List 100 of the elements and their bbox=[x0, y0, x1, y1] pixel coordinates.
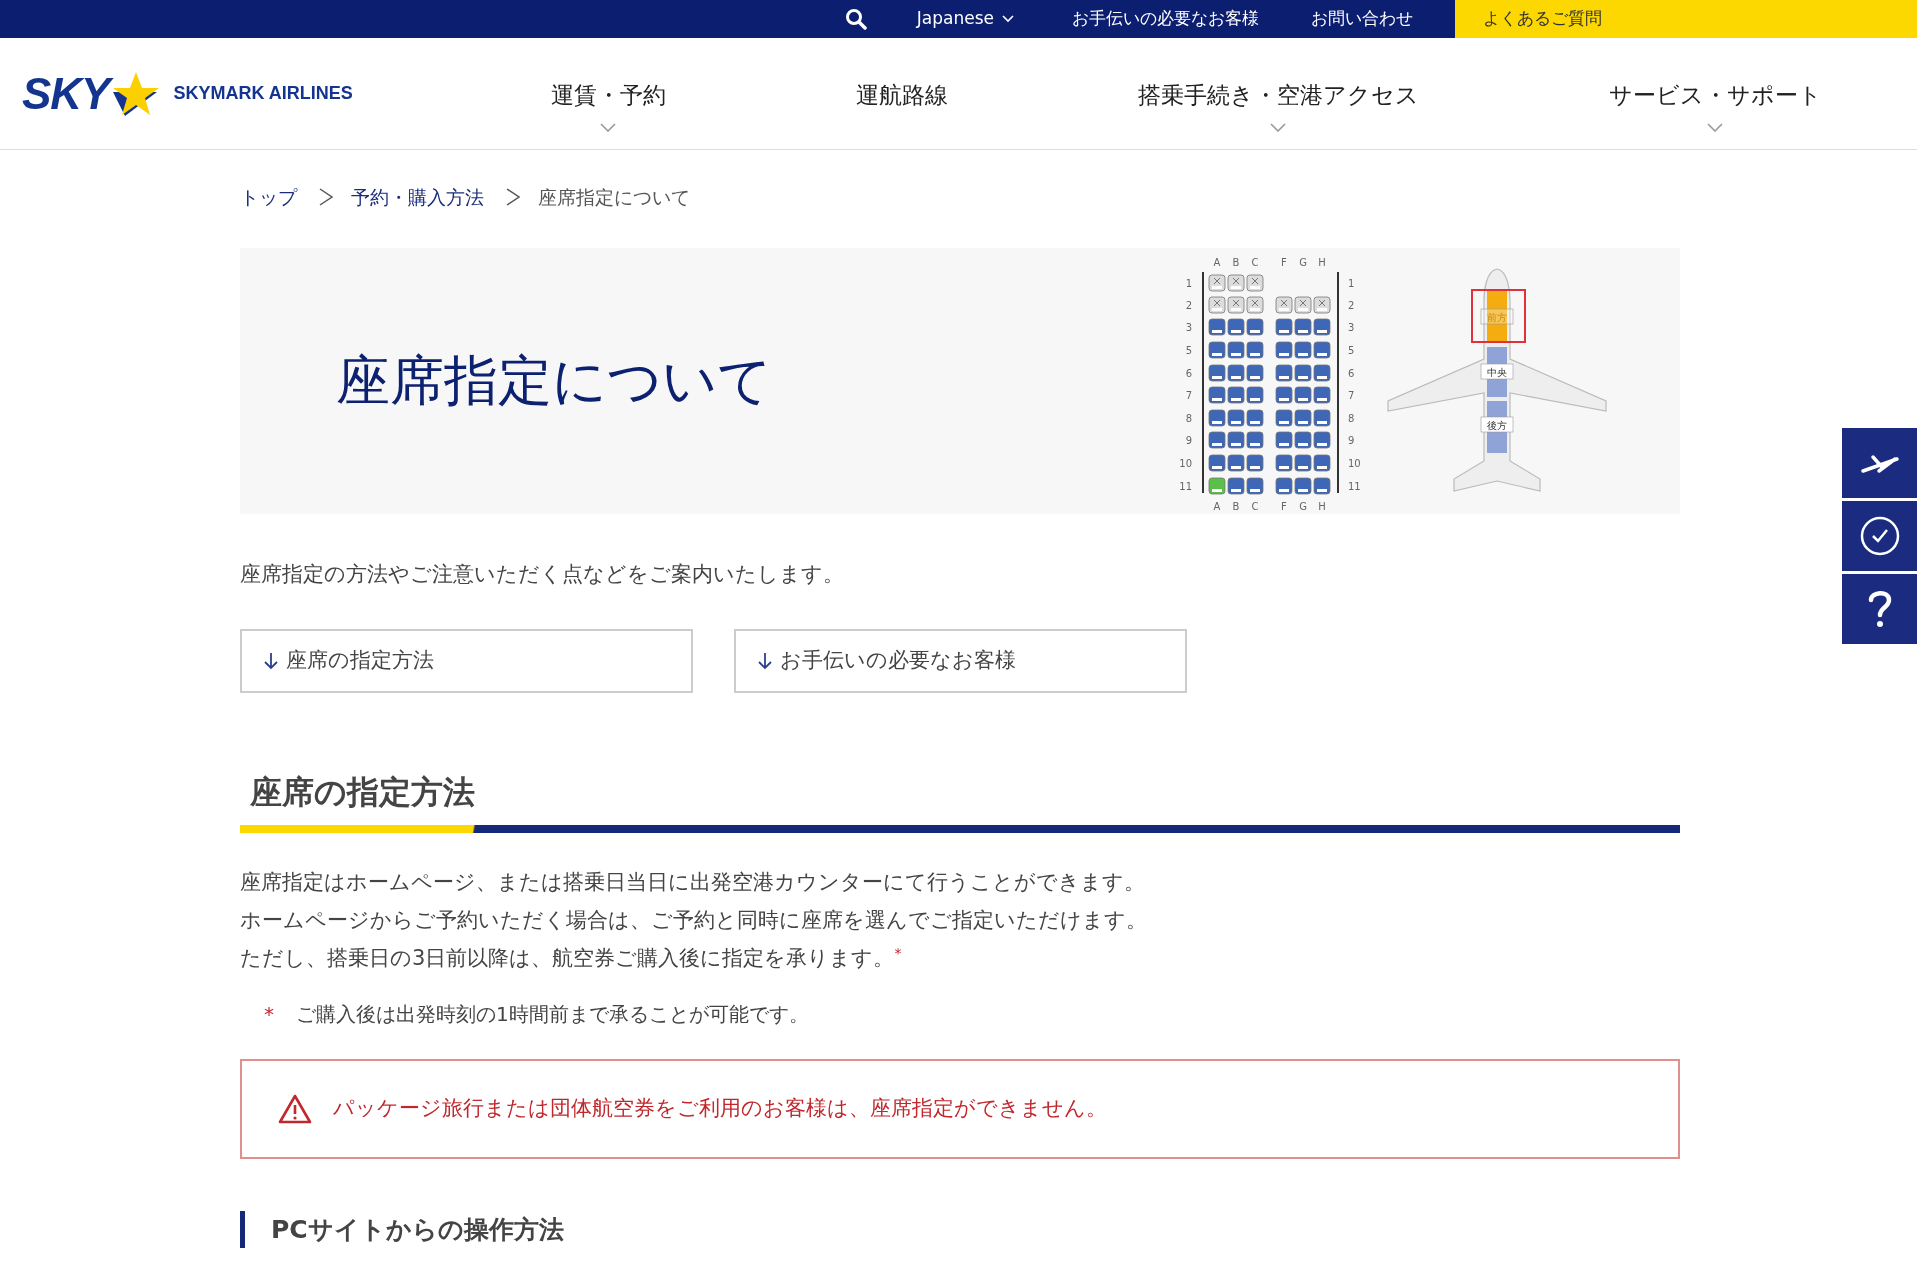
column-letter: A bbox=[1213, 256, 1221, 268]
seat-icon[interactable] bbox=[1275, 431, 1293, 448]
zone-label: 中央 bbox=[1480, 363, 1514, 379]
row-number: 10 bbox=[1179, 457, 1192, 469]
column-letter: C bbox=[1251, 500, 1259, 512]
column-letter: H bbox=[1318, 256, 1326, 268]
subsection-heading: PCサイトからの操作方法 bbox=[240, 1210, 1680, 1249]
seat-icon[interactable] bbox=[1208, 296, 1226, 313]
seat-icon[interactable] bbox=[1294, 364, 1312, 381]
seat-icon[interactable] bbox=[1208, 318, 1226, 335]
nav-menu-item[interactable]: サービス・サポート bbox=[1608, 78, 1822, 132]
breadcrumb-link[interactable]: トップ bbox=[240, 182, 297, 212]
nav-menu-item[interactable]: 搭乗手続き・空港アクセス bbox=[1137, 78, 1419, 132]
seat-icon[interactable] bbox=[1294, 477, 1312, 494]
seat-icon[interactable] bbox=[1227, 477, 1245, 494]
search-icon[interactable] bbox=[844, 8, 867, 30]
row-number: 2 bbox=[1185, 299, 1192, 311]
seat-icon[interactable] bbox=[1246, 296, 1264, 313]
seat-icon[interactable] bbox=[1275, 409, 1293, 426]
seat-icon[interactable] bbox=[1275, 364, 1293, 381]
anchor-link-button[interactable]: 座席の指定方法 bbox=[240, 628, 693, 693]
seat-icon[interactable] bbox=[1313, 409, 1331, 426]
seat-icon[interactable] bbox=[1294, 454, 1312, 471]
seat-icon[interactable] bbox=[1246, 318, 1264, 335]
flight-button[interactable] bbox=[1842, 428, 1917, 498]
help-button[interactable] bbox=[1842, 574, 1917, 644]
footnote-marker: * bbox=[264, 1000, 274, 1028]
breadcrumb-separator-icon bbox=[319, 188, 333, 206]
nav-menu-item[interactable]: 運賃・予約 bbox=[550, 78, 666, 132]
seat-icon[interactable] bbox=[1227, 454, 1245, 471]
seat-icon[interactable] bbox=[1246, 409, 1264, 426]
row-number: 1 bbox=[1348, 277, 1355, 289]
seat-icon[interactable] bbox=[1313, 386, 1331, 403]
seat-icon[interactable] bbox=[1227, 386, 1245, 403]
seat-icon[interactable] bbox=[1294, 431, 1312, 448]
seat-icon[interactable] bbox=[1227, 274, 1245, 291]
seat-icon[interactable] bbox=[1208, 454, 1226, 471]
seat-icon[interactable] bbox=[1275, 477, 1293, 494]
breadcrumb-separator-icon bbox=[506, 188, 520, 206]
seat-icon[interactable] bbox=[1313, 364, 1331, 381]
seat-icon[interactable] bbox=[1275, 454, 1293, 471]
seat-icon[interactable] bbox=[1294, 409, 1312, 426]
seat-icon[interactable] bbox=[1227, 341, 1245, 358]
top-link[interactable]: お問い合わせ bbox=[1311, 6, 1413, 32]
selection-frame bbox=[1471, 288, 1526, 343]
seat-icon[interactable] bbox=[1313, 477, 1331, 494]
seat-icon[interactable] bbox=[1294, 296, 1312, 313]
seat-icon[interactable] bbox=[1294, 341, 1312, 358]
seat-icon[interactable] bbox=[1294, 318, 1312, 335]
body-text: 座席指定はホームページ、または搭乗日当日に出発空港カウンターにて行うことができます。 bbox=[240, 868, 1146, 896]
question-mark-icon bbox=[1866, 589, 1893, 629]
seat-icon[interactable] bbox=[1275, 386, 1293, 403]
chevron-down-icon bbox=[1707, 122, 1724, 132]
seat-icon[interactable] bbox=[1275, 318, 1293, 335]
seat-icon[interactable] bbox=[1208, 409, 1226, 426]
seat-icon[interactable] bbox=[1208, 274, 1226, 291]
cabin-zone[interactable] bbox=[1487, 290, 1507, 343]
seat-icon[interactable] bbox=[1208, 431, 1226, 448]
row-number: 3 bbox=[1185, 321, 1192, 333]
seat-icon[interactable] bbox=[1313, 431, 1331, 448]
seat-icon[interactable] bbox=[1246, 477, 1264, 494]
row-number: 5 bbox=[1348, 344, 1355, 356]
body-text: ただし、搭乗日の3日前以降は、航空券ご購入後に指定を承ります。$^{*}$ bbox=[240, 943, 903, 972]
seat-icon[interactable] bbox=[1246, 274, 1264, 291]
seat-icon[interactable] bbox=[1313, 454, 1331, 471]
seat-icon[interactable] bbox=[1227, 318, 1245, 335]
seat-icon[interactable] bbox=[1246, 431, 1264, 448]
seat-icon[interactable] bbox=[1227, 296, 1245, 313]
seat-icon[interactable] bbox=[1246, 341, 1264, 358]
faq-link[interactable]: よくあるご質問 bbox=[1455, 0, 1917, 38]
row-number: 10 bbox=[1348, 457, 1361, 469]
seat-icon[interactable] bbox=[1208, 341, 1226, 358]
logo-text[interactable]: SKYMARK AIRLINES bbox=[173, 80, 353, 107]
chevron-down-icon bbox=[1002, 15, 1014, 23]
body-text: ホームページからご予約いただく場合は、ご予約と同時に座席を選んでご指定いただけます。 bbox=[240, 906, 1148, 934]
seat-icon[interactable] bbox=[1208, 477, 1226, 494]
row-number: 3 bbox=[1348, 321, 1355, 333]
breadcrumb-link[interactable]: 予約・購入方法 bbox=[351, 182, 484, 212]
seat-icon[interactable] bbox=[1208, 364, 1226, 381]
seat-icon[interactable] bbox=[1208, 386, 1226, 403]
timetable-button[interactable] bbox=[1842, 501, 1917, 571]
top-link[interactable]: お手伝いの必要なお客様 bbox=[1072, 6, 1259, 32]
nav-menu-item[interactable]: 運航路線 bbox=[855, 78, 948, 132]
row-number: 7 bbox=[1348, 389, 1355, 401]
seat-icon[interactable] bbox=[1227, 431, 1245, 448]
anchor-link-button[interactable]: お手伝いの必要なお客様 bbox=[734, 628, 1187, 693]
warning-text: パッケージ旅行または団体航空券をご利用のお客様は、座席指定ができません。 bbox=[333, 1095, 1107, 1123]
seat-icon[interactable] bbox=[1246, 454, 1264, 471]
seat-icon[interactable] bbox=[1275, 296, 1293, 313]
language-selector[interactable]: Japanese bbox=[910, 5, 1020, 33]
seat-icon[interactable] bbox=[1313, 296, 1331, 313]
seat-icon[interactable] bbox=[1275, 341, 1293, 358]
seat-icon[interactable] bbox=[1246, 386, 1264, 403]
seat-icon[interactable] bbox=[1294, 386, 1312, 403]
seat-icon[interactable] bbox=[1313, 341, 1331, 358]
column-letter: F bbox=[1281, 500, 1287, 512]
seat-icon[interactable] bbox=[1313, 318, 1331, 335]
seat-icon[interactable] bbox=[1246, 364, 1264, 381]
seat-icon[interactable] bbox=[1227, 409, 1245, 426]
seat-icon[interactable] bbox=[1227, 364, 1245, 381]
